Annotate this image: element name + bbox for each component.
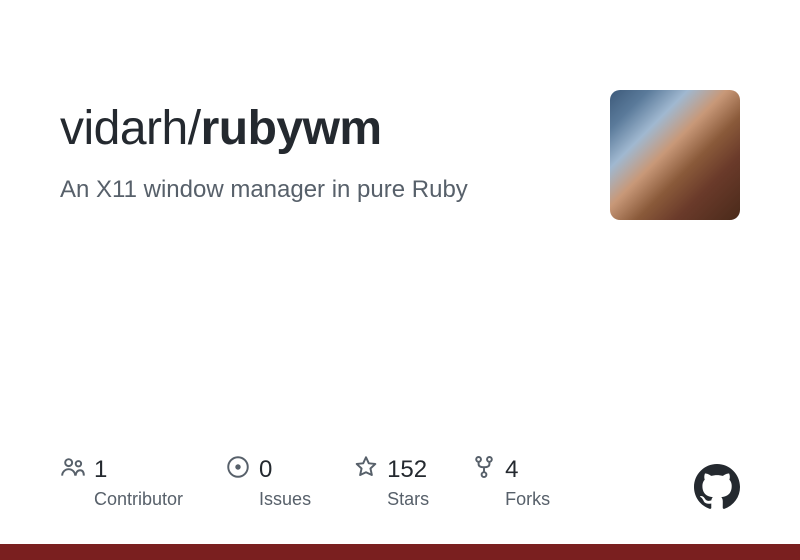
stat-top: 0 [225,454,311,485]
stat-label: Forks [505,489,550,510]
stat-top: 152 [353,454,429,485]
issue-icon [225,454,251,485]
header-row: vidarh/rubywm An X11 window manager in p… [60,100,740,220]
stat-value: 0 [259,456,272,484]
title-block: vidarh/rubywm An X11 window manager in p… [60,100,590,204]
stat-top: 4 [471,454,550,485]
stats-row: 1 Contributor 0 Issues 152 Stars [60,454,740,510]
stat-stars[interactable]: 152 Stars [353,454,429,510]
repo-separator: / [188,102,201,155]
repo-description: An X11 window manager in pure Ruby [60,176,590,204]
accent-bar [0,544,800,560]
repo-name: rubywm [201,102,382,155]
stat-value: 1 [94,456,107,484]
repo-owner: vidarh [60,102,188,155]
stat-forks[interactable]: 4 Forks [471,454,550,510]
stat-label: Contributor [94,489,183,510]
fork-icon [471,454,497,485]
stat-issues[interactable]: 0 Issues [225,454,311,510]
github-logo-icon[interactable] [694,464,740,510]
repo-card: vidarh/rubywm An X11 window manager in p… [0,0,800,220]
stat-value: 152 [387,456,427,484]
star-icon [353,454,379,485]
avatar[interactable] [610,90,740,220]
stat-contributors[interactable]: 1 Contributor [60,454,183,510]
repo-title[interactable]: vidarh/rubywm [60,100,590,158]
stat-label: Issues [259,489,311,510]
people-icon [60,454,86,485]
stat-value: 4 [505,456,518,484]
stat-top: 1 [60,454,183,485]
stats-group: 1 Contributor 0 Issues 152 Stars [60,454,550,510]
stat-label: Stars [387,489,429,510]
